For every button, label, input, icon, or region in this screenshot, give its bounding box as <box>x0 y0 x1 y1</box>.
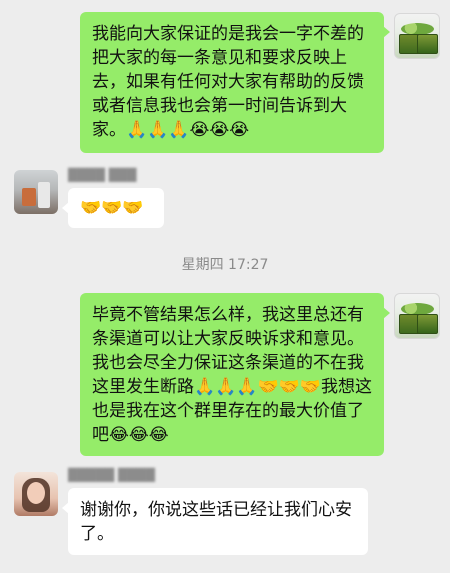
message-text: 谢谢你，你说这些话已经让我们心安了。 <box>80 500 352 544</box>
avatar-shop-detail-icon <box>38 182 50 208</box>
crate-right-icon <box>417 34 438 54</box>
friend-avatar-1[interactable] <box>14 170 58 214</box>
message-bubble-outgoing[interactable]: 毕竟不管结果怎么样，我这里总还有条渠道可以让大家反映诉求和意见。我也会尽全力保证… <box>80 293 390 456</box>
message-text: 毕竟不管结果怎么样，我这里总还有条渠道可以让大家反映诉求和意见。我也会尽全力保证… <box>92 305 373 445</box>
sender-name-1: ████ ███ <box>68 168 137 182</box>
avatar-shop-icon <box>22 188 36 206</box>
my-avatar[interactable] <box>394 293 440 339</box>
avatar-person-icon <box>27 482 45 504</box>
time-separator: 星期四 17:27 <box>181 257 269 273</box>
sender-name-2: █████ ████ <box>68 468 155 482</box>
message-bubble-incoming[interactable]: 谢谢你，你说这些话已经让我们心安了。 <box>62 488 368 555</box>
my-avatar[interactable] <box>394 13 440 59</box>
friend-avatar-2[interactable] <box>14 472 58 516</box>
message-text: 我能向大家保证的是我会一字不差的把大家的每一条意见和要求反映上去，如果有任何对大… <box>92 24 364 140</box>
crate-right-icon <box>417 314 438 334</box>
chat-window: 我能向大家保证的是我会一字不差的把大家的每一条意见和要求反映上去，如果有任何对大… <box>0 0 450 573</box>
message-bubble-incoming[interactable]: 🤝🤝🤝 <box>62 188 164 228</box>
message-text: 🤝🤝🤝 <box>80 198 144 218</box>
message-bubble-outgoing[interactable]: 我能向大家保证的是我会一字不差的把大家的每一条意见和要求反映上去，如果有任何对大… <box>80 12 390 153</box>
